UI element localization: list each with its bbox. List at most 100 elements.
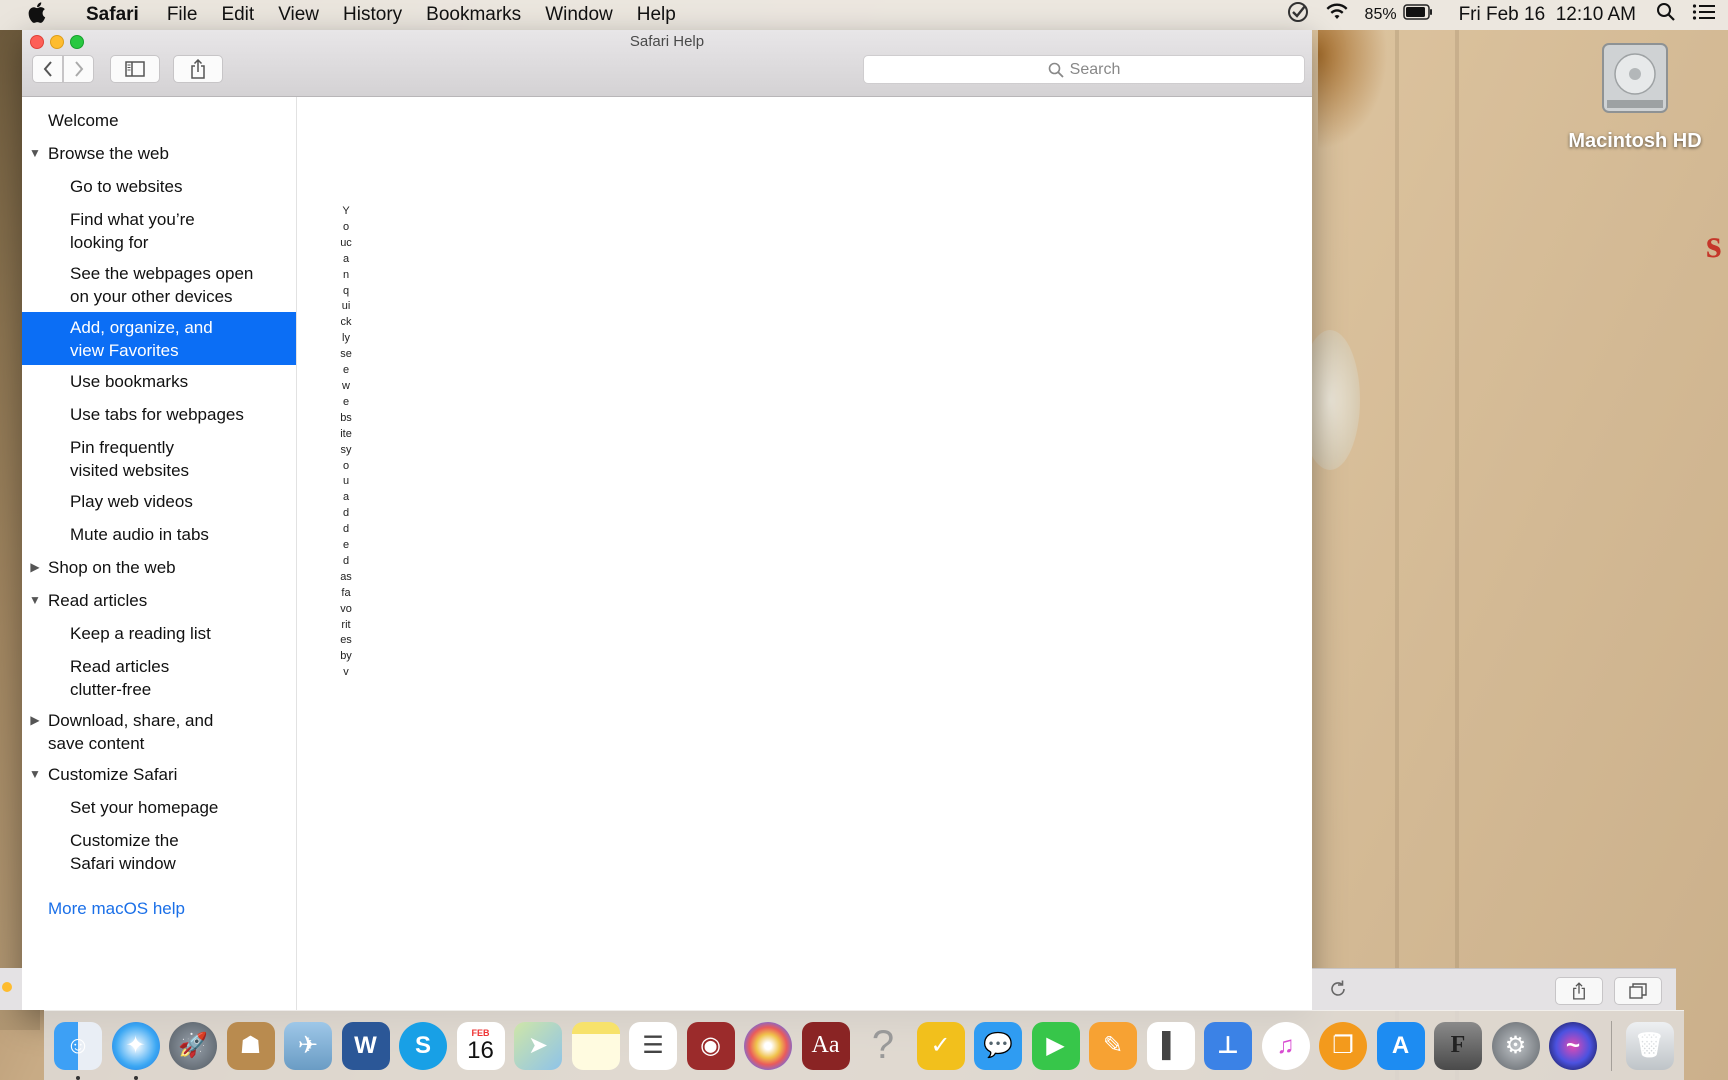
- sidebar-item[interactable]: Mute audio in tabs: [22, 523, 296, 546]
- sidebar-item-label: Read articles clutter-free: [70, 657, 170, 699]
- norton-status-icon[interactable]: [1287, 1, 1309, 29]
- sidebar-item-label: Keep a reading list: [70, 624, 211, 643]
- dock-contacts-icon[interactable]: ☗: [226, 1021, 275, 1070]
- chevron-right-icon: [74, 61, 83, 77]
- dock: ☺ ✦ 🚀 ☗ ✈ W S FEB 16 ➤ ☰ ◉ Aa? ✓ 💬 ▶ ✎ ▌ ⊥ ♫ ❐ A F ⚙ ~ 🗑: [44, 1010, 1684, 1080]
- window-title: Safari Help: [629, 33, 705, 50]
- menu-edit[interactable]: Edit: [209, 4, 266, 26]
- dock-icon-glyph: S: [414, 1031, 431, 1059]
- help-content-area: Youcanquicklyseewebsitesyouaddedasfavori…: [298, 97, 1312, 1010]
- sidebar-item[interactable]: Welcome: [22, 109, 296, 132]
- sidebar-item[interactable]: Add, organize, and view Favorites: [22, 312, 296, 365]
- sidebar-item[interactable]: Use tabs for webpages: [22, 403, 296, 426]
- sidebar-item[interactable]: ▼ Read articles: [22, 589, 296, 612]
- more-macos-help-link[interactable]: More macOS help: [48, 899, 185, 919]
- disclosure-closed-icon[interactable]: ▶: [22, 709, 48, 732]
- dock-notes-icon[interactable]: [571, 1021, 620, 1070]
- dock-messages-icon[interactable]: 💬: [974, 1021, 1022, 1070]
- macintosh-hd-label[interactable]: Macintosh HD: [1545, 130, 1725, 153]
- help-sidebar: Welcome ▼ Browse the web Go to websites Find…: [22, 97, 297, 1010]
- dock-keynote-icon[interactable]: ⊥: [1204, 1021, 1252, 1070]
- sidebar-item[interactable]: Play web videos: [22, 490, 296, 513]
- search-field[interactable]: Search: [863, 55, 1305, 84]
- sidebar-item[interactable]: ▶ Download, share, and save content: [22, 709, 296, 755]
- forward-button[interactable]: [63, 55, 94, 83]
- back-button[interactable]: [32, 55, 63, 83]
- sidebar-item[interactable]: ▼ Customize Safari: [22, 763, 296, 786]
- dock-siri-icon[interactable]: ~: [1549, 1021, 1597, 1070]
- dock-reminders-icon[interactable]: ☰: [629, 1021, 677, 1070]
- dock-trash-icon[interactable]: 🗑: [1625, 1021, 1674, 1070]
- dock-photos-icon[interactable]: [744, 1021, 792, 1070]
- dock-system-preferences-icon[interactable]: ⚙: [1491, 1021, 1540, 1070]
- background-tabs-button[interactable]: [1614, 977, 1662, 1005]
- sidebar-item[interactable]: Read articles clutter-free: [22, 655, 296, 701]
- notification-center-icon[interactable]: [1692, 3, 1716, 27]
- macintosh-hd-icon[interactable]: [1590, 40, 1680, 121]
- disclosure-closed-icon[interactable]: ▶: [22, 556, 48, 579]
- running-indicator: [76, 1075, 80, 1080]
- dock-ibooks-icon[interactable]: ❐: [1319, 1021, 1367, 1070]
- sidebar-item[interactable]: ▼ Browse the web: [22, 142, 296, 165]
- background-share-button[interactable]: [1555, 977, 1603, 1005]
- sidebar-item-label: Customize the Safari window: [70, 831, 179, 873]
- sidebar-item[interactable]: Customize the Safari window: [22, 829, 296, 875]
- wifi-icon[interactable]: [1325, 3, 1349, 27]
- apple-menu-icon[interactable]: [0, 1, 74, 29]
- sidebar-item[interactable]: Go to websites: [22, 175, 296, 198]
- menu-view[interactable]: View: [266, 4, 331, 26]
- sidebar-item[interactable]: ▶ Shop on the web: [22, 556, 296, 579]
- search-icon: [1048, 62, 1064, 78]
- dock-launchpad-icon[interactable]: 🚀: [169, 1021, 217, 1070]
- dock-itunes-icon[interactable]: ♫: [1261, 1021, 1310, 1070]
- calendar-day: 16: [467, 1036, 494, 1064]
- menu-help[interactable]: Help: [625, 4, 688, 26]
- dock-font-book-icon[interactable]: F: [1434, 1021, 1482, 1070]
- menubar-clock[interactable]: Fri Feb 16 12:10 AM: [1459, 4, 1636, 26]
- sidebar-item-label: Mute audio in tabs: [70, 525, 209, 544]
- spotlight-icon[interactable]: [1656, 2, 1676, 28]
- dock-dictionary-icon[interactable]: Aa: [801, 1021, 850, 1070]
- dock-icon-glyph: F: [1450, 1032, 1466, 1058]
- menu-app-name[interactable]: Safari: [74, 4, 155, 26]
- sidebar-item-label: Browse the web: [48, 144, 169, 163]
- disclosure-open-icon[interactable]: ▼: [22, 142, 48, 165]
- dock-safari-icon[interactable]: ✦: [111, 1021, 160, 1080]
- dock-app-store-icon[interactable]: A: [1376, 1021, 1425, 1070]
- sidebar-item-label: Read articles: [48, 591, 148, 610]
- menu-window[interactable]: Window: [533, 4, 625, 26]
- reload-icon[interactable]: [1328, 979, 1348, 1004]
- sidebar-item[interactable]: Keep a reading list: [22, 622, 296, 645]
- help-article-text: Youcanquicklyseewebsitesyouaddedasfavori…: [340, 205, 352, 679]
- sidebar-item-label: Go to websites: [70, 177, 183, 196]
- dock-pages-icon[interactable]: ✎: [1089, 1021, 1137, 1070]
- dock-facetime-icon[interactable]: ▶: [1031, 1021, 1080, 1070]
- disclosure-open-icon[interactable]: ▼: [22, 589, 48, 612]
- battery-icon[interactable]: [1402, 4, 1433, 26]
- sidebar-item[interactable]: Use bookmarks: [22, 370, 296, 393]
- disclosure-open-icon[interactable]: ▼: [22, 763, 48, 786]
- menu-history[interactable]: History: [331, 4, 414, 26]
- dock-help-icon[interactable]: ?: [859, 1022, 907, 1070]
- menu-file[interactable]: File: [155, 4, 210, 26]
- sidebar-item[interactable]: Set your homepage: [22, 796, 296, 819]
- chevron-left-icon: [43, 61, 52, 77]
- dock-calendar-icon[interactable]: FEB 16: [456, 1021, 505, 1070]
- dock-norton-icon[interactable]: ✓: [916, 1021, 965, 1070]
- dock-maps-icon[interactable]: ➤: [514, 1021, 562, 1070]
- dock-skype-icon[interactable]: S: [399, 1021, 447, 1070]
- sidebar-item[interactable]: Pin frequently visited websites: [22, 436, 296, 482]
- dock-numbers-icon[interactable]: ▌: [1146, 1021, 1195, 1070]
- dock-finder-icon[interactable]: ☺: [54, 1021, 102, 1080]
- share-button[interactable]: [173, 55, 223, 83]
- dock-preview-icon[interactable]: ✈: [284, 1021, 332, 1070]
- dock-photo-booth-icon[interactable]: ◉: [686, 1021, 735, 1070]
- menu-bookmarks[interactable]: Bookmarks: [414, 4, 533, 26]
- sidebar-toggle-button[interactable]: [110, 55, 160, 83]
- sidebar-item[interactable]: Find what you’re looking for: [22, 208, 296, 254]
- sidebar-item-label: Add, organize, and view Favorites: [70, 318, 213, 360]
- dock-word-icon[interactable]: W: [341, 1021, 390, 1070]
- sidebar-item[interactable]: See the webpages open on your other devi…: [22, 262, 296, 308]
- battery-percent[interactable]: 85%: [1365, 6, 1397, 24]
- sidebar-icon: [125, 61, 145, 77]
